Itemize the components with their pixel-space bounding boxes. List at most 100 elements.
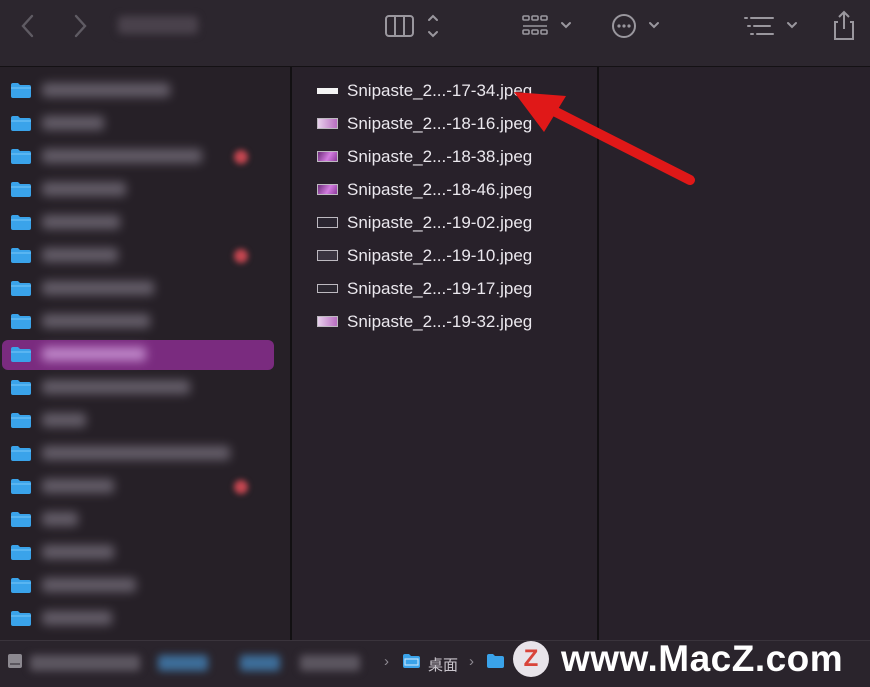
file-name: Snipaste_2...-19-32.jpeg bbox=[347, 312, 533, 331]
image-thumbnail-icon bbox=[317, 250, 338, 261]
group-button[interactable] bbox=[518, 8, 578, 44]
folder-icon bbox=[11, 149, 31, 164]
path-segment[interactable] bbox=[300, 655, 360, 671]
tag-badge bbox=[234, 150, 248, 164]
file-name: Snipaste_2...-18-38.jpeg bbox=[347, 147, 533, 166]
sidebar-item[interactable] bbox=[0, 339, 290, 370]
file-name: Snipaste_2...-17-34.jpeg bbox=[347, 81, 533, 100]
file-item[interactable]: Snipaste_2...-18-38.jpeg bbox=[292, 141, 597, 174]
chevron-left-icon bbox=[21, 14, 34, 38]
columns-view-icon bbox=[385, 14, 438, 38]
image-thumbnail-icon bbox=[317, 88, 338, 94]
sidebar bbox=[0, 67, 290, 640]
chevron-right-icon bbox=[74, 14, 87, 38]
sidebar-item-label bbox=[42, 578, 136, 592]
image-thumbnail-icon bbox=[317, 118, 338, 129]
sidebar-item[interactable] bbox=[0, 240, 290, 270]
file-name: Snipaste_2...-18-16.jpeg bbox=[347, 114, 533, 133]
group-grid-icon bbox=[522, 15, 571, 35]
tag-badge bbox=[234, 249, 248, 263]
tag-badge bbox=[234, 480, 248, 494]
file-name: Snipaste_2...-18-46.jpeg bbox=[347, 180, 533, 199]
sidebar-item-label bbox=[42, 248, 118, 262]
file-item[interactable]: Snipaste_2...-18-16.jpeg bbox=[292, 108, 597, 141]
folder-icon bbox=[11, 83, 31, 98]
image-thumbnail-icon bbox=[317, 217, 338, 228]
forward-button[interactable] bbox=[66, 8, 94, 44]
folder-icon bbox=[11, 413, 31, 428]
image-thumbnail-icon bbox=[317, 151, 338, 162]
sidebar-item-label bbox=[42, 83, 170, 97]
image-thumbnail-icon bbox=[317, 316, 338, 327]
sidebar-item[interactable] bbox=[0, 504, 290, 534]
sidebar-item[interactable] bbox=[0, 537, 290, 567]
folder-icon[interactable] bbox=[486, 653, 505, 669]
folder-icon bbox=[11, 314, 31, 329]
file-column: Snipaste_2...-17-34.jpeg Snipaste_2...-18… bbox=[292, 67, 597, 640]
watermark: Z www.MacZ.com bbox=[510, 638, 870, 686]
sidebar-item-label bbox=[42, 281, 154, 295]
sort-button[interactable] bbox=[740, 8, 804, 44]
sidebar-item[interactable] bbox=[0, 273, 290, 303]
file-name: Snipaste_2...-19-02.jpeg bbox=[347, 213, 533, 232]
sidebar-item[interactable] bbox=[0, 603, 290, 633]
action-button[interactable] bbox=[608, 8, 668, 44]
sidebar-item[interactable] bbox=[0, 438, 290, 468]
file-name: Snipaste_2...-19-10.jpeg bbox=[347, 246, 533, 265]
folder-icon bbox=[11, 281, 31, 296]
window-title bbox=[118, 16, 198, 34]
sidebar-item-label bbox=[42, 182, 126, 196]
folder-icon bbox=[11, 182, 31, 197]
folder-icon bbox=[11, 578, 31, 593]
toolbar bbox=[0, 0, 870, 67]
folder-icon bbox=[11, 116, 31, 131]
sidebar-item[interactable] bbox=[0, 207, 290, 237]
sidebar-item[interactable] bbox=[0, 108, 290, 138]
file-item[interactable]: Snipaste_2...-19-10.jpeg bbox=[292, 240, 597, 273]
path-segment[interactable] bbox=[30, 655, 140, 671]
file-item[interactable]: Snipaste_2...-17-34.jpeg bbox=[292, 75, 597, 108]
folder-icon bbox=[11, 512, 31, 527]
sidebar-item[interactable] bbox=[0, 75, 290, 105]
file-item[interactable]: Snipaste_2...-19-32.jpeg bbox=[292, 306, 597, 339]
image-thumbnail-icon bbox=[317, 184, 338, 195]
folder-icon bbox=[11, 611, 31, 626]
sort-list-icon bbox=[744, 17, 797, 35]
folder-icon bbox=[11, 545, 31, 560]
path-segment-desktop[interactable]: 桌面 bbox=[428, 654, 458, 675]
share-icon bbox=[834, 10, 854, 40]
file-item[interactable]: Snipaste_2...-19-17.jpeg bbox=[292, 273, 597, 306]
folder-icon bbox=[403, 654, 420, 668]
sidebar-item[interactable] bbox=[0, 306, 290, 336]
folder-icon bbox=[11, 248, 31, 263]
share-button[interactable] bbox=[826, 8, 862, 44]
folder-icon bbox=[11, 215, 31, 230]
sidebar-item[interactable] bbox=[0, 471, 290, 501]
sidebar-item-label bbox=[42, 479, 114, 493]
sidebar-item[interactable] bbox=[0, 570, 290, 600]
file-item[interactable]: Snipaste_2...-18-46.jpeg bbox=[292, 174, 597, 207]
view-mode-button[interactable] bbox=[382, 8, 446, 44]
path-segment[interactable] bbox=[158, 655, 208, 671]
path-separator: › bbox=[469, 653, 474, 670]
sidebar-item[interactable] bbox=[0, 405, 290, 435]
sidebar-item-label bbox=[42, 314, 150, 328]
sidebar-item[interactable] bbox=[0, 174, 290, 204]
folder-icon bbox=[11, 347, 31, 362]
image-thumbnail-icon bbox=[317, 284, 338, 293]
sidebar-item-label bbox=[42, 149, 202, 163]
sidebar-item-label bbox=[42, 446, 230, 460]
path-segment[interactable] bbox=[240, 655, 280, 671]
sidebar-item-label bbox=[42, 512, 78, 526]
sidebar-item-label bbox=[42, 380, 190, 394]
back-button[interactable] bbox=[14, 8, 42, 44]
sidebar-item-label bbox=[42, 611, 112, 625]
sidebar-item[interactable] bbox=[0, 372, 290, 402]
watermark-text: www.MacZ.com bbox=[561, 638, 844, 679]
file-item[interactable]: Snipaste_2...-19-02.jpeg bbox=[292, 207, 597, 240]
sidebar-item-label bbox=[42, 413, 86, 427]
preview-column bbox=[599, 67, 870, 640]
sidebar-item-label bbox=[42, 116, 104, 130]
watermark-logo: Z bbox=[513, 641, 549, 677]
sidebar-item[interactable] bbox=[0, 141, 290, 171]
